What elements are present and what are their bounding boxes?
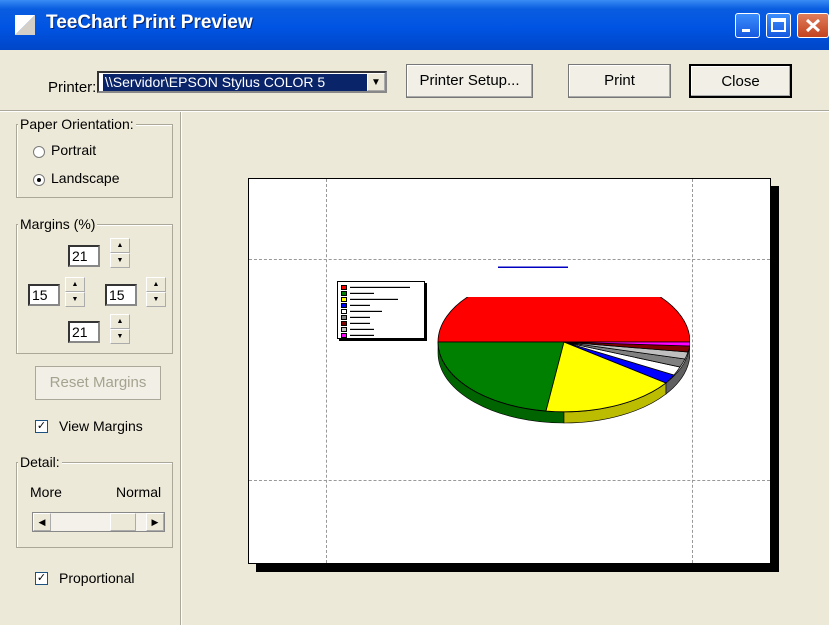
right-margin-line[interactable]: [692, 179, 693, 563]
spin-up-icon[interactable]: ▲: [110, 238, 130, 253]
detail-label: Detail:: [18, 454, 62, 470]
view-margins-label[interactable]: View Margins: [59, 418, 143, 434]
spin-up-icon[interactable]: ▲: [110, 314, 130, 329]
legend-item: ▬▬▬▬▬▬: [341, 332, 421, 339]
left-margin-line[interactable]: [326, 179, 327, 563]
title-bar[interactable]: TeeChart Print Preview: [0, 0, 829, 50]
printer-label: Printer:: [48, 79, 97, 96]
chart-legend: ▬▬▬▬▬▬▬▬▬▬▬▬▬▬▬ ▬▬▬▬▬▬ ▬▬▬▬▬▬▬▬▬▬▬▬ ▬▬▬▬…: [337, 281, 425, 339]
legend-swatch: [341, 297, 347, 302]
legend-swatch: [341, 321, 347, 326]
margins-label: Margins (%): [18, 216, 98, 232]
portrait-radio[interactable]: [33, 146, 45, 158]
legend-text: ▬▬▬▬▬: [350, 314, 370, 319]
top-margin-line[interactable]: [249, 259, 770, 260]
teechart-logo-icon: [15, 15, 35, 35]
legend-text: ▬▬▬▬▬▬: [350, 290, 374, 295]
top-margin-stepper[interactable]: ▲ ▼: [110, 238, 130, 268]
printer-select-value: \\Servidor\EPSON Stylus COLOR 5: [103, 74, 367, 91]
spin-down-icon[interactable]: ▼: [65, 292, 85, 307]
window-title: TeeChart Print Preview: [46, 12, 253, 33]
close-icon: [805, 18, 821, 33]
legend-text: ▬▬▬▬▬▬: [350, 326, 374, 331]
spin-up-icon[interactable]: ▲: [146, 277, 166, 292]
spin-down-icon[interactable]: ▼: [110, 253, 130, 268]
spin-up-icon[interactable]: ▲: [65, 277, 85, 292]
bottom-margin-stepper[interactable]: ▲ ▼: [110, 314, 130, 344]
bottom-margin-line[interactable]: [249, 480, 770, 481]
legend-text: ▬▬▬▬▬▬▬▬▬▬▬▬: [350, 296, 398, 301]
printer-select[interactable]: \\Servidor\EPSON Stylus COLOR 5 ▼: [97, 71, 387, 93]
print-preview-window: TeeChart Print Preview Printer: \\Servid…: [0, 0, 829, 625]
pie-slice-green: [437, 341, 565, 412]
legend-swatch: [341, 303, 347, 308]
printer-setup-button[interactable]: Printer Setup...: [406, 64, 533, 98]
detail-slider[interactable]: ◀ ▶: [32, 512, 165, 532]
detail-group: [16, 462, 173, 548]
detail-slider-thumb[interactable]: [110, 513, 136, 531]
detail-more-label: More: [30, 484, 62, 500]
spin-down-icon[interactable]: ▼: [110, 329, 130, 344]
landscape-radio[interactable]: [33, 174, 45, 186]
right-margin-stepper[interactable]: ▲ ▼: [146, 277, 166, 307]
chevron-down-icon[interactable]: ▼: [367, 73, 385, 91]
legend-swatch: [341, 333, 347, 338]
paper-orientation-group: [16, 124, 173, 198]
chart-title: ▬▬▬▬▬▬▬▬▬▬▬▬▬▬: [498, 264, 568, 270]
maximize-icon: [771, 18, 786, 32]
print-button[interactable]: Print: [568, 64, 671, 98]
proportional-checkbox[interactable]: ✓: [35, 572, 48, 585]
minimize-icon: [742, 29, 750, 32]
legend-text: ▬▬▬▬▬▬: [350, 332, 374, 337]
pie-slice-red: [437, 297, 690, 343]
legend-swatch: [341, 291, 347, 296]
detail-normal-label: Normal: [116, 484, 162, 500]
reset-margins-button[interactable]: Reset Margins: [35, 366, 161, 400]
legend-swatch: [341, 327, 347, 332]
paper-orientation-label: Paper Orientation:: [18, 116, 136, 132]
preview-page[interactable]: ▬▬▬▬▬▬▬▬▬▬▬▬▬▬ ▬▬▬▬▬▬▬▬▬▬▬▬▬▬▬ ▬▬▬▬▬▬ ▬▬…: [248, 178, 771, 564]
right-margin-input[interactable]: 15: [105, 284, 137, 306]
pie-chart: [437, 297, 690, 424]
legend-swatch: [341, 315, 347, 320]
legend-swatch: [341, 285, 347, 290]
legend-swatch: [341, 309, 347, 314]
landscape-label[interactable]: Landscape: [51, 170, 120, 186]
bottom-margin-input[interactable]: 21: [68, 321, 100, 343]
legend-text: ▬▬▬▬▬: [350, 302, 370, 307]
legend-text: ▬▬▬▬▬: [350, 320, 370, 325]
minimize-button[interactable]: [735, 13, 760, 38]
portrait-label[interactable]: Portrait: [51, 142, 96, 158]
close-button[interactable]: Close: [689, 64, 792, 98]
left-margin-stepper[interactable]: ▲ ▼: [65, 277, 85, 307]
close-window-button[interactable]: [797, 13, 829, 38]
spin-down-icon[interactable]: ▼: [146, 292, 166, 307]
view-margins-checkbox[interactable]: ✓: [35, 420, 48, 433]
scroll-left-icon[interactable]: ◀: [33, 513, 51, 531]
maximize-button[interactable]: [766, 13, 791, 38]
legend-text: ▬▬▬▬▬▬▬▬▬▬▬▬▬▬▬: [350, 284, 410, 289]
scroll-right-icon[interactable]: ▶: [146, 513, 164, 531]
left-margin-input[interactable]: 15: [28, 284, 60, 306]
legend-text: ▬▬▬▬▬▬▬▬: [350, 308, 382, 313]
top-margin-input[interactable]: 21: [68, 245, 100, 267]
proportional-label[interactable]: Proportional: [59, 570, 135, 586]
